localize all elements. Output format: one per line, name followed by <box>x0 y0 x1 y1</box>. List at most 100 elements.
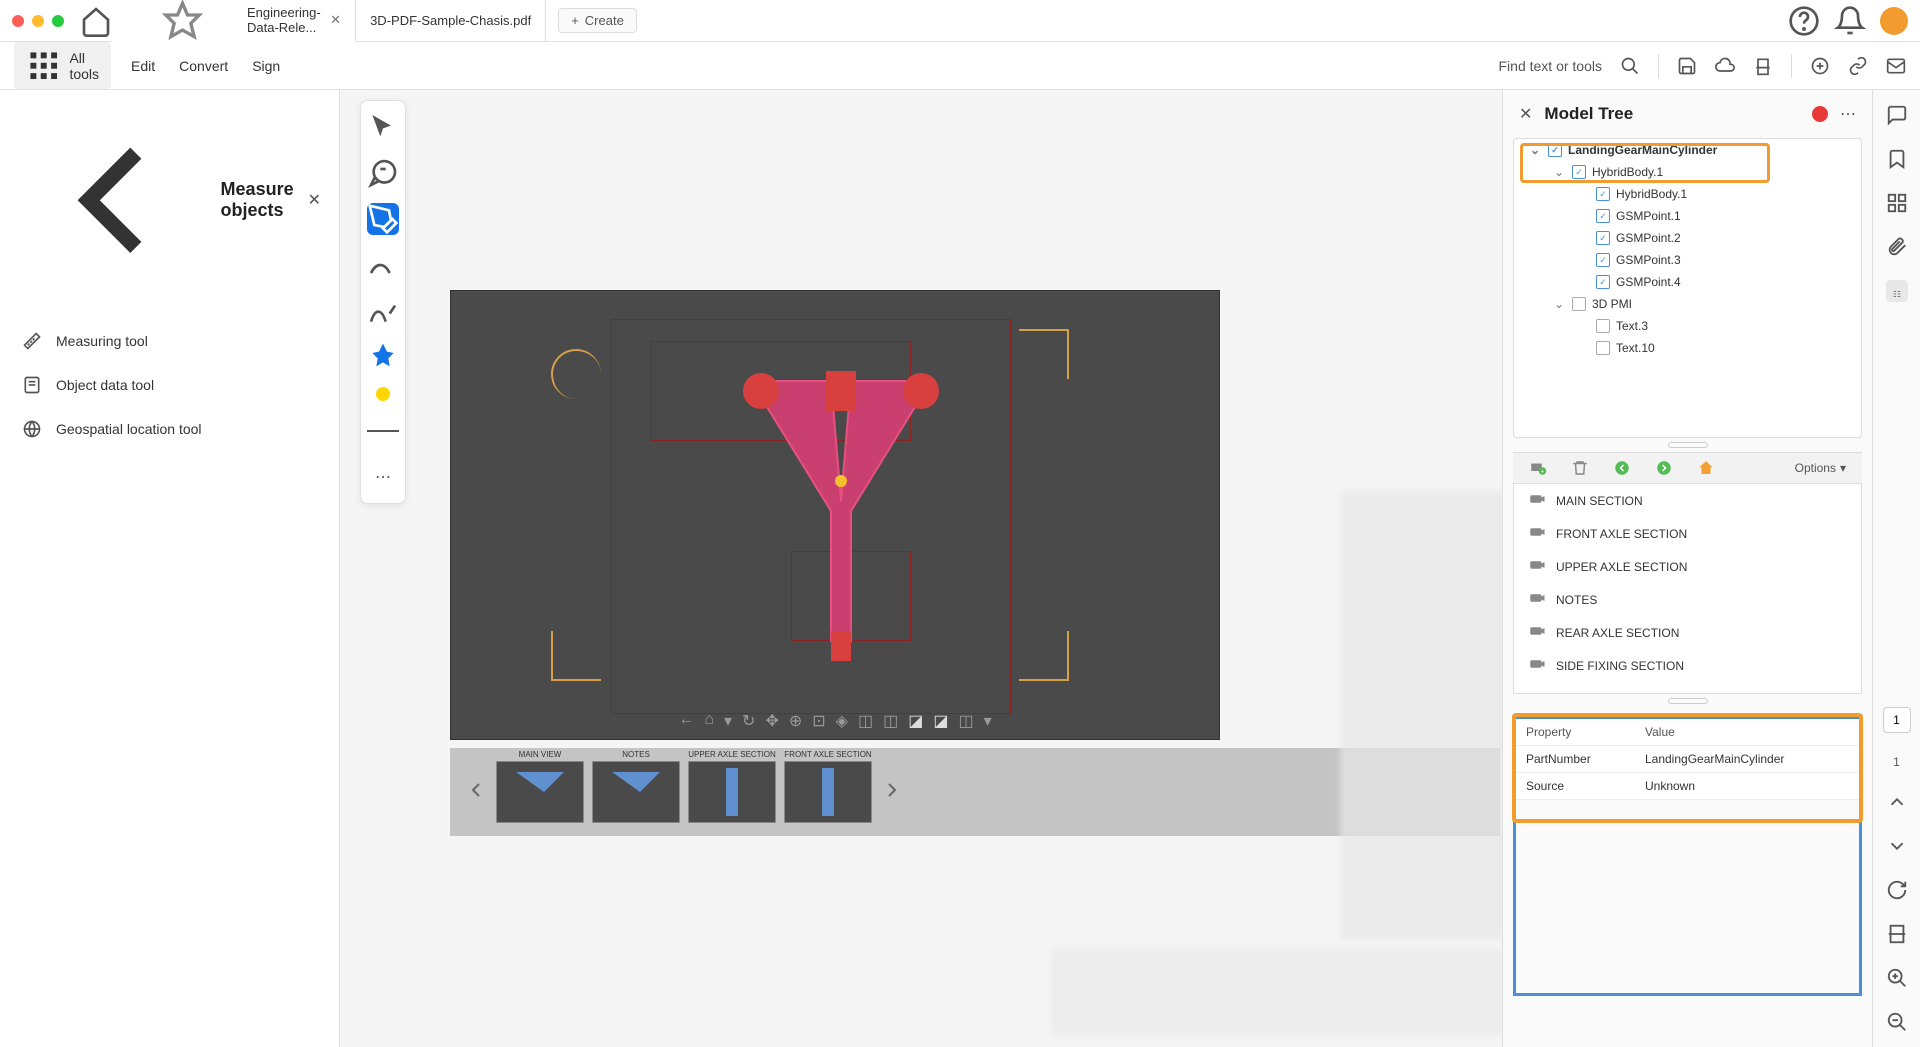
zoom-in-icon[interactable] <box>1886 967 1908 989</box>
chevron-down-icon[interactable]: ⌄ <box>1554 297 1566 311</box>
comment-icon[interactable] <box>1886 104 1908 126</box>
view-item[interactable]: FRONT AXLE SECTION <box>1514 517 1861 550</box>
zoom-out-icon[interactable] <box>1886 1011 1908 1033</box>
tree-item[interactable]: ✓GSMPoint.3 <box>1514 249 1861 271</box>
bookmark-icon[interactable] <box>1886 148 1908 170</box>
select-tool[interactable] <box>367 111 399 143</box>
view-item[interactable]: UPPER AXLE SECTION <box>1514 550 1861 583</box>
thumbnails-icon[interactable] <box>1886 192 1908 214</box>
checkbox-icon[interactable]: ✓ <box>1596 253 1610 267</box>
cube2-icon[interactable]: ◫ <box>883 711 898 731</box>
page-up-icon[interactable] <box>1886 791 1908 813</box>
stroke-width-tool[interactable] <box>367 415 399 447</box>
cube1-icon[interactable]: ◫ <box>858 711 873 731</box>
color-picker[interactable] <box>376 387 390 401</box>
view-item[interactable]: SIDE FIXING SECTION <box>1514 649 1861 682</box>
geospatial-tool[interactable]: Geospatial location tool <box>18 407 321 451</box>
pin-tool[interactable] <box>367 341 399 373</box>
zoom-icon[interactable]: ⊕ <box>789 711 802 731</box>
tree-root[interactable]: ⌄ ✓ LandingGearMainCylinder <box>1514 139 1861 161</box>
model-tree-icon[interactable] <box>1886 280 1908 302</box>
pan-icon[interactable]: ✥ <box>765 711 778 731</box>
view-item[interactable]: REAR AXLE SECTION <box>1514 616 1861 649</box>
view-item[interactable]: NOTES <box>1514 583 1861 616</box>
render2-icon[interactable]: ◪ <box>933 711 948 731</box>
window-minimize-button[interactable] <box>32 15 44 27</box>
delete-view-icon[interactable] <box>1571 459 1589 477</box>
checkbox-icon[interactable]: ✓ <box>1596 341 1610 355</box>
render-dropdown-icon[interactable]: ▾ <box>984 711 992 731</box>
user-avatar[interactable] <box>1880 7 1908 35</box>
more-tools[interactable]: ⋯ <box>367 461 399 493</box>
nav-home-icon[interactable]: ⌂ <box>704 711 714 731</box>
checkbox-icon[interactable]: ✓ <box>1548 143 1562 157</box>
3d-viewer[interactable]: ← ⌂ ▾ ↻ ✥ ⊕ ⊡ ◈ ◫ ◫ ◪ ◪ ◫ ▾ <box>450 290 1220 740</box>
object-data-tool[interactable]: Object data tool <box>18 363 321 407</box>
nav-dropdown-icon[interactable]: ▾ <box>724 711 732 731</box>
checkbox-icon[interactable]: ✓ <box>1572 297 1586 311</box>
sign-menu[interactable]: Sign <box>252 58 280 74</box>
tab-2[interactable]: 3D-PDF-Sample-Chasis.pdf <box>356 0 546 42</box>
tab-1[interactable]: Engineering-Data-Rele... ✕ <box>112 0 356 42</box>
drag-handle[interactable] <box>1503 694 1872 708</box>
home-view-icon[interactable] <box>1697 459 1715 477</box>
thumb-front-axle[interactable]: FRONT AXLE SECTION <box>784 761 872 823</box>
thumb-upper-axle[interactable]: UPPER AXLE SECTION <box>688 761 776 823</box>
drag-handle[interactable] <box>1503 438 1872 452</box>
checkbox-icon[interactable]: ✓ <box>1596 319 1610 333</box>
ai-assist-icon[interactable] <box>1810 56 1830 76</box>
cloud-icon[interactable] <box>1715 56 1735 76</box>
left-panel-close[interactable]: ✕ <box>308 190 321 210</box>
tree-item[interactable]: ✓HybridBody.1 <box>1514 183 1861 205</box>
model-tree-close[interactable]: ✕ <box>1519 104 1532 124</box>
tree-item[interactable]: ⌄✓HybridBody.1 <box>1514 161 1861 183</box>
thumb-main-view[interactable]: MAIN VIEW <box>496 761 584 823</box>
tree-item[interactable]: ⌄✓3D PMI <box>1514 293 1861 315</box>
chevron-down-icon[interactable]: ⌄ <box>1554 165 1566 179</box>
nav-back-icon[interactable]: ← <box>678 711 694 731</box>
print-icon[interactable] <box>1753 56 1773 76</box>
views-options-button[interactable]: Options▾ <box>1795 461 1846 475</box>
tree-item[interactable]: ✓GSMPoint.1 <box>1514 205 1861 227</box>
signature-tool[interactable] <box>367 295 399 327</box>
tree-item[interactable]: ✓GSMPoint.4 <box>1514 271 1861 293</box>
window-maximize-button[interactable] <box>52 15 64 27</box>
page-input[interactable]: 1 <box>1883 707 1911 733</box>
view-item[interactable]: MAIN SECTION <box>1514 484 1861 517</box>
thumb-notes[interactable]: NOTES <box>592 761 680 823</box>
rotate-icon[interactable] <box>1886 879 1908 901</box>
prev-view-icon[interactable] <box>1613 459 1631 477</box>
checkbox-icon[interactable]: ✓ <box>1596 275 1610 289</box>
tab-1-close[interactable]: ✕ <box>330 12 341 28</box>
create-button[interactable]: + Create <box>558 8 637 33</box>
save-icon[interactable] <box>1677 56 1697 76</box>
checkbox-icon[interactable]: ✓ <box>1596 231 1610 245</box>
attachment-icon[interactable] <box>1886 236 1908 258</box>
model-tree-more-icon[interactable]: ⋯ <box>1840 104 1856 124</box>
back-icon[interactable] <box>18 106 207 295</box>
bell-icon[interactable] <box>1834 5 1866 37</box>
draw-tool[interactable] <box>367 249 399 281</box>
rotate-icon[interactable]: ↻ <box>742 711 755 731</box>
thumb-prev[interactable] <box>464 778 488 807</box>
chevron-down-icon[interactable]: ⌄ <box>1530 143 1542 157</box>
thumb-next[interactable] <box>880 778 904 807</box>
iso-icon[interactable]: ◈ <box>836 711 848 731</box>
fit-width-icon[interactable] <box>1886 923 1908 945</box>
checkbox-icon[interactable]: ✓ <box>1572 165 1586 179</box>
all-tools-button[interactable]: All tools <box>14 42 111 89</box>
mail-icon[interactable] <box>1886 56 1906 76</box>
highlight-tool[interactable] <box>367 203 399 235</box>
window-close-button[interactable] <box>12 15 24 27</box>
render3-icon[interactable]: ◫ <box>958 711 973 731</box>
fit-icon[interactable]: ⊡ <box>812 711 825 731</box>
add-view-icon[interactable]: + <box>1529 459 1547 477</box>
edit-menu[interactable]: Edit <box>131 58 155 74</box>
page-down-icon[interactable] <box>1886 835 1908 857</box>
render1-icon[interactable]: ◪ <box>908 711 923 731</box>
help-icon[interactable] <box>1788 5 1820 37</box>
measuring-tool[interactable]: Measuring tool <box>18 319 321 363</box>
link-icon[interactable] <box>1848 56 1868 76</box>
next-view-icon[interactable] <box>1655 459 1673 477</box>
comment-tool[interactable] <box>367 157 399 189</box>
